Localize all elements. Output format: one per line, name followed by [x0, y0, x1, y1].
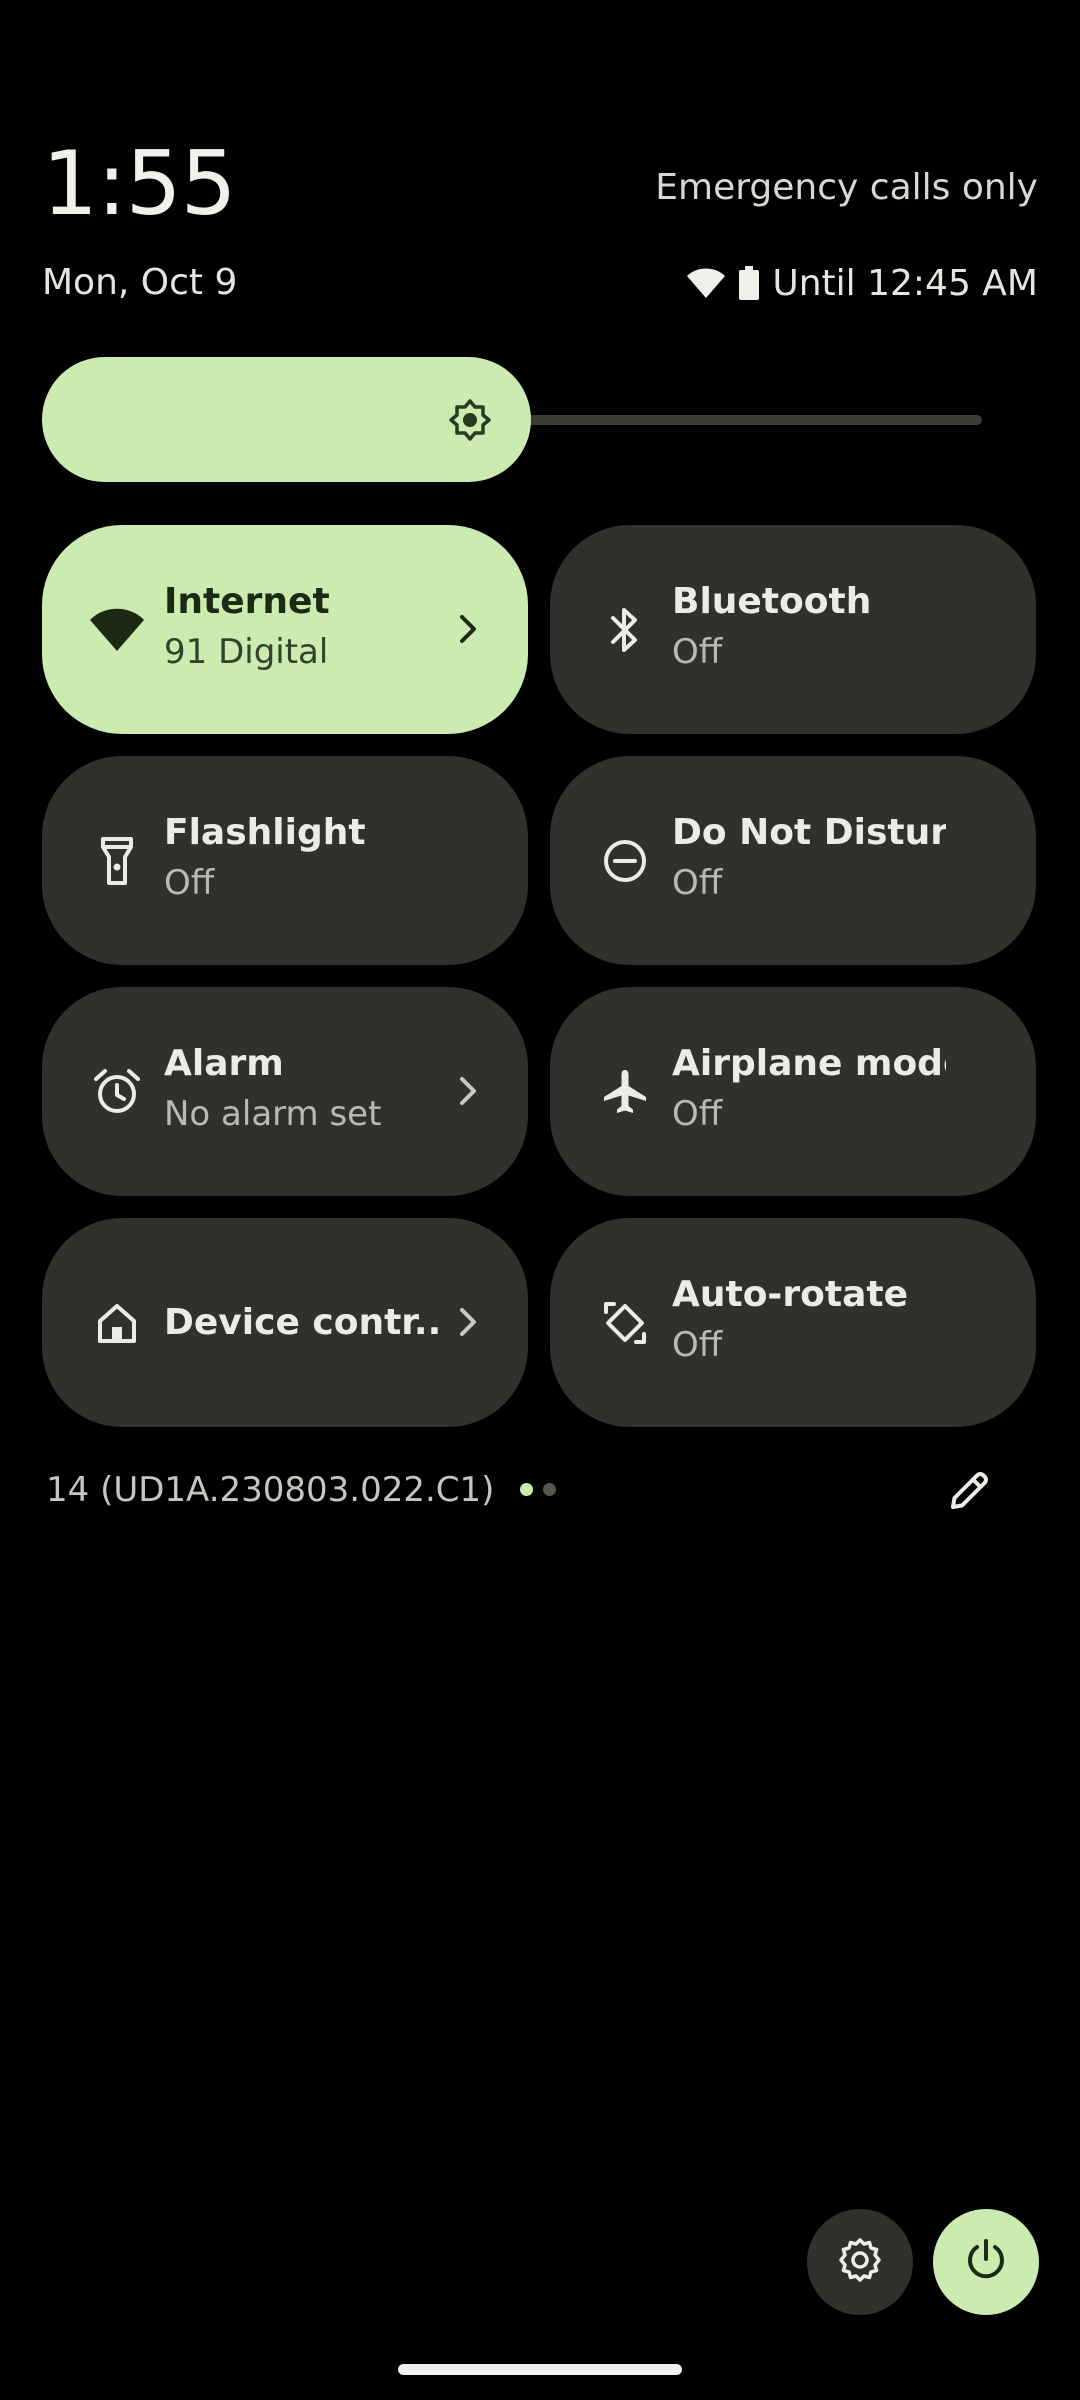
clock-time[interactable]: 1:55 [42, 134, 237, 234]
battery-estimate: Until 12:45 AM [772, 262, 1038, 304]
status-icons: Until 12:45 AM [686, 262, 1038, 304]
tile-text: Airplane mode Off [672, 1039, 946, 1139]
tile-subtitle: 91 Digital [164, 632, 329, 672]
tile-label: Do Not Disturb [672, 812, 946, 853]
date-label[interactable]: Mon, Oct 9 [42, 262, 237, 304]
tile-label: Flashlight [164, 812, 366, 853]
home-gesture-bar[interactable] [398, 2364, 682, 2375]
flashlight-icon [86, 830, 148, 892]
tile-label: Bluetooth [672, 581, 872, 622]
tile-text: Internet 91 Digital [164, 577, 438, 677]
chevron-right-icon[interactable] [450, 611, 486, 647]
tile-alarm[interactable]: Alarm No alarm set [42, 987, 528, 1196]
tile-label: Auto-rotate [672, 1274, 908, 1315]
page-indicator [520, 1483, 556, 1496]
tile-text: Bluetooth Off [672, 577, 946, 677]
tile-label: Device contr.. [164, 1302, 438, 1343]
carrier-status: Emergency calls only [655, 167, 1038, 208]
tile-auto-rotate[interactable]: Auto-rotate Off [550, 1218, 1036, 1427]
auto-rotate-icon [594, 1292, 656, 1354]
settings-button[interactable] [807, 2209, 913, 2315]
tile-subtitle: Off [672, 1325, 723, 1365]
airplane-icon [594, 1061, 656, 1123]
brightness-slider[interactable] [42, 357, 982, 482]
tile-subtitle: Off [672, 632, 723, 672]
tile-bluetooth[interactable]: Bluetooth Off [550, 525, 1036, 734]
battery-icon [738, 266, 760, 300]
power-button[interactable] [933, 2209, 1039, 2315]
tile-text: Flashlight Off [164, 808, 438, 908]
tile-text: Device contr.. [164, 1298, 438, 1348]
wifi-icon [86, 599, 148, 661]
tile-internet[interactable]: Internet 91 Digital [42, 525, 528, 734]
page-dot [543, 1483, 556, 1496]
tile-subtitle: Off [164, 863, 215, 903]
bluetooth-icon [594, 599, 656, 661]
wifi-signal-icon [686, 267, 726, 299]
power-icon [963, 2237, 1009, 2287]
tile-text: Alarm No alarm set [164, 1039, 438, 1139]
do-not-disturb-icon [594, 830, 656, 892]
tile-subtitle: Off [672, 863, 723, 903]
brightness-icon [449, 399, 491, 441]
chevron-right-icon[interactable] [450, 1073, 486, 1109]
edit-icon[interactable] [944, 1466, 994, 1516]
tile-do-not-disturb[interactable]: Do Not Disturb Off [550, 756, 1036, 965]
tile-label: Alarm [164, 1043, 284, 1084]
tile-subtitle: Off [672, 1094, 723, 1134]
tile-label: Airplane mode [672, 1043, 946, 1084]
tile-airplane-mode[interactable]: Airplane mode Off [550, 987, 1036, 1196]
home-icon [86, 1292, 148, 1354]
build-number[interactable]: 14 (UD1A.230803.022.C1) [46, 1468, 494, 1512]
gear-icon [836, 2236, 884, 2288]
tile-text: Auto-rotate Off [672, 1270, 946, 1370]
chevron-right-icon[interactable] [450, 1304, 486, 1340]
tile-subtitle: No alarm set [164, 1094, 382, 1134]
tile-device-controls[interactable]: Device contr.. [42, 1218, 528, 1427]
page-dot-active [520, 1483, 533, 1496]
tile-text: Do Not Disturb Off [672, 808, 946, 908]
tile-label: Internet [164, 581, 330, 622]
tile-flashlight[interactable]: Flashlight Off [42, 756, 528, 965]
alarm-icon [86, 1061, 148, 1123]
